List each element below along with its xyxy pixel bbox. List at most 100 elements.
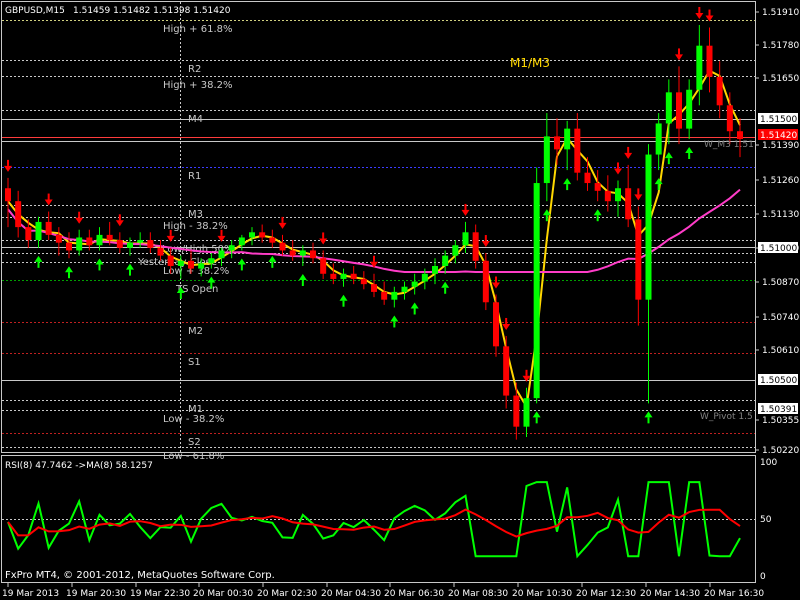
candle-body [218, 250, 225, 259]
price-tick-label: 1.50610 [762, 346, 799, 356]
indicator-label: M1/M3 [510, 56, 550, 70]
level-label: M3 [188, 209, 203, 220]
candle-body [523, 398, 530, 427]
candle-body [726, 105, 733, 132]
candle-body [737, 131, 743, 139]
price-tag-lower-text: 1.50500 [760, 376, 797, 386]
level-label: High - 38.2% [163, 221, 228, 232]
candle-body [350, 273, 357, 279]
price-tick-label: 1.51650 [762, 74, 799, 84]
ohlc-readout: 1.51459 1.51482 1.51398 1.51420 [73, 6, 231, 16]
candle-body [310, 250, 316, 259]
candle-body [238, 237, 245, 246]
candle-body [106, 234, 113, 241]
candle-body [391, 291, 398, 300]
chart-window[interactable]: GBPUSD,M15 1.51459 1.51482 1.51398 1.514… [0, 0, 800, 600]
level-label: R2 [188, 64, 201, 75]
level-label: High + 38.2% [163, 80, 233, 91]
time-tick-label: 19 Mar 20:30 [66, 589, 126, 599]
candle-body [716, 76, 723, 106]
candle-body [676, 92, 682, 129]
candle-body [564, 128, 571, 150]
candle-body [86, 237, 93, 246]
time-tick-label: 20 Mar 16:30 [704, 589, 764, 599]
rsi-axis-0: 0 [760, 572, 766, 582]
candle-body [665, 92, 672, 124]
copyright-text: FxPro MT4, © 2001-2012, MetaQuotes Softw… [5, 570, 275, 581]
time-tick-label: 19 Mar 22:30 [130, 589, 190, 599]
price-axis-area [756, 1, 800, 583]
candle-body [706, 45, 713, 77]
candle-body [371, 284, 377, 292]
candle-body [655, 123, 662, 155]
candle-body [513, 395, 520, 427]
candle-body [615, 188, 621, 202]
price-tick-label: 1.51780 [762, 41, 799, 51]
time-tick-label: 20 Mar 00:30 [193, 589, 253, 599]
candle-body [269, 237, 276, 243]
candle-body [299, 250, 306, 256]
candle-body [167, 255, 174, 266]
level-label: High + 61.8% [163, 24, 233, 35]
price-tick-label: 1.50355 [762, 416, 799, 426]
candle-body [635, 219, 642, 300]
candle-body [279, 242, 286, 251]
level-label: S2 [188, 437, 201, 448]
candle-body [462, 232, 469, 246]
time-tick-label: 20 Mar 02:30 [257, 589, 317, 599]
price-tag-current-text: 1.51420 [760, 131, 797, 141]
candle-body [45, 221, 52, 235]
time-tick-label: 19 Mar 2013 [2, 589, 59, 599]
candle-body [584, 172, 591, 184]
time-tick-label: 20 Mar 14:30 [640, 589, 700, 599]
candle-body [503, 346, 510, 396]
candle-body [15, 201, 22, 228]
rsi-title: RSI(8) 47.7462 ->MA(8) 58.1257 [5, 461, 153, 471]
candle-body [360, 278, 367, 285]
candle-body [340, 273, 347, 279]
candle-body [482, 260, 489, 303]
price-tick-label: 1.50740 [762, 313, 799, 323]
candle-body [574, 128, 581, 173]
level-label: Low - 38.2% [163, 414, 224, 425]
candle-body [137, 240, 144, 243]
candle-body [66, 242, 72, 251]
candle-body [686, 89, 693, 129]
candle-body [55, 234, 62, 243]
candle-body [228, 245, 235, 251]
time-tick-label: 20 Mar 10:30 [512, 589, 572, 599]
candle-body [604, 190, 611, 202]
w-pivot-label: W_Pivot 1.5 [700, 412, 753, 422]
candle-body [116, 240, 123, 248]
level-label: S1 [188, 357, 201, 368]
symbol-timeframe: GBPUSD,M15 [5, 6, 65, 16]
candle-body [696, 45, 703, 90]
candle-body [157, 247, 164, 256]
candle-body [594, 183, 601, 191]
candle-body [289, 250, 296, 256]
candle-body [177, 260, 184, 266]
candle-body [198, 263, 205, 269]
level-label: Low + 38.2% [163, 266, 229, 277]
candle-body [411, 281, 418, 287]
time-tick-label: 20 Mar 12:30 [576, 589, 636, 599]
price-tag-mid-text: 1.51000 [760, 244, 797, 254]
candle-body [421, 273, 428, 282]
candle-body [127, 242, 133, 248]
candle-body [381, 291, 388, 300]
price-tick-label: 1.51130 [762, 210, 799, 220]
time-tick-label: 20 Mar 04:30 [321, 589, 381, 599]
candle-body [320, 258, 327, 274]
candle-body [96, 234, 103, 246]
candle-body [25, 227, 32, 241]
candle-body [472, 232, 479, 261]
candle-body [543, 136, 550, 184]
level-label: Low - 61.8% [163, 451, 224, 462]
time-tick-label: 20 Mar 06:30 [384, 589, 444, 599]
level-label: R1 [188, 171, 201, 182]
candle-body [5, 188, 11, 202]
candle-body [259, 232, 266, 238]
time-tick-label: 20 Mar 08:30 [448, 589, 508, 599]
candle-body [147, 240, 154, 248]
candle-body [442, 255, 449, 266]
